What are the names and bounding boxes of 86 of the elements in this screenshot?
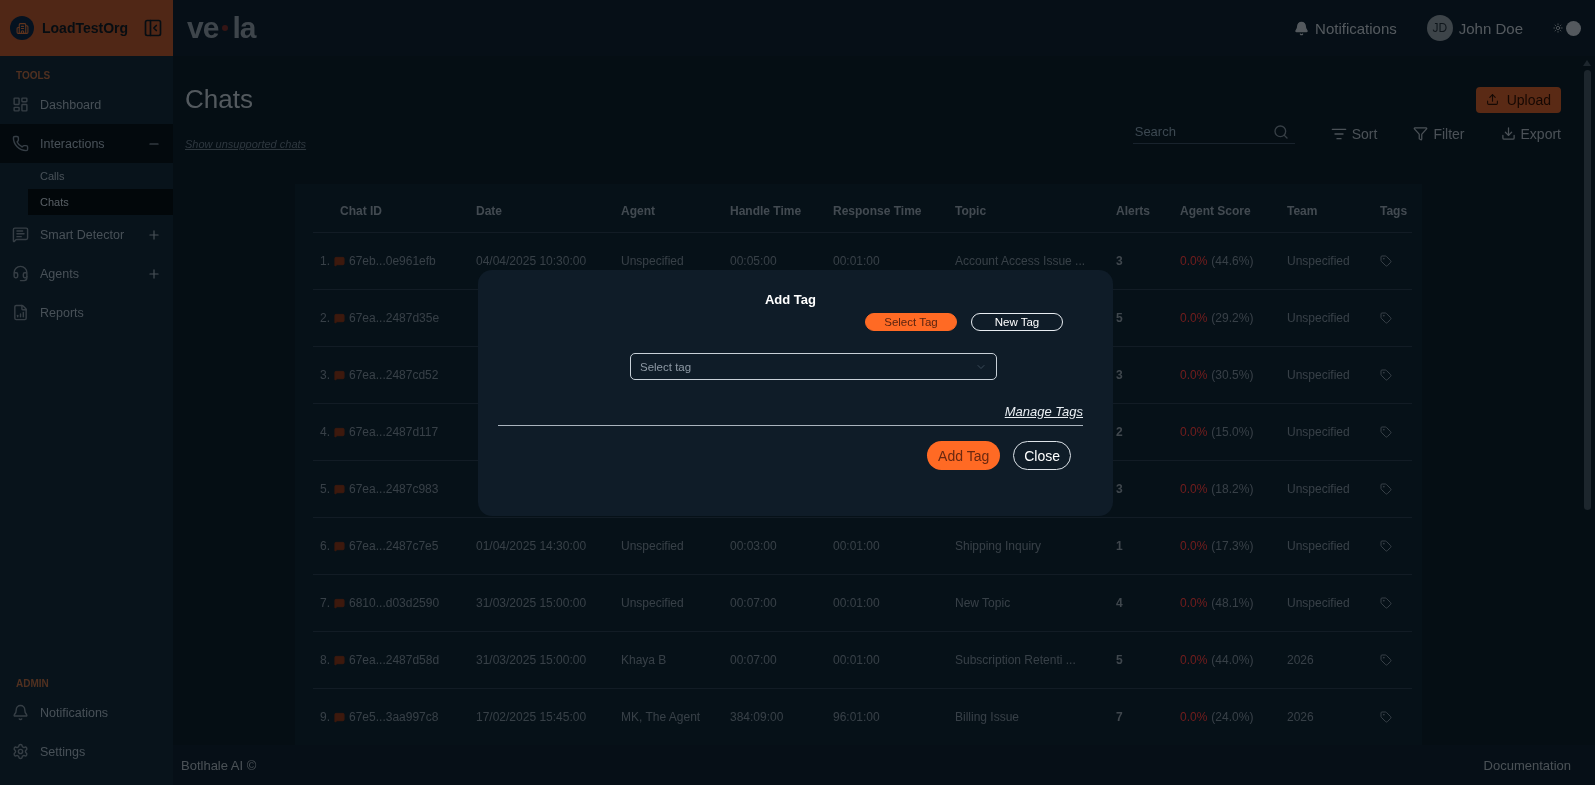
- sidebar-item[interactable]: Notifications: [0, 693, 173, 732]
- mode-toggle[interactable]: Select Tag: [865, 313, 957, 331]
- column-header: Topic: [955, 204, 988, 218]
- tag-icon[interactable]: [1380, 654, 1392, 666]
- alerts-count: 4: [1116, 596, 1124, 610]
- tag-icon[interactable]: [1380, 369, 1392, 381]
- column-header: Handle Time: [730, 204, 803, 218]
- tag-icon[interactable]: [1380, 426, 1392, 438]
- column-header: Agent: [621, 204, 656, 218]
- chat-icon: [334, 369, 345, 381]
- download-icon: [1500, 126, 1516, 141]
- chat-icon: [334, 654, 345, 666]
- column-header: Alerts: [1116, 204, 1151, 218]
- notifications-link[interactable]: Notifications: [1294, 19, 1397, 37]
- filter-icon: [1413, 126, 1429, 141]
- bell-icon: [1294, 20, 1310, 36]
- plus-icon[interactable]: [147, 266, 161, 281]
- alerts-count: 5: [1116, 653, 1124, 667]
- filter-button[interactable]: Filter: [1413, 125, 1465, 142]
- chat-icon: [334, 540, 345, 552]
- manage-tags-link[interactable]: Manage Tags: [1004, 404, 1083, 419]
- sidebar-subitem[interactable]: Calls: [28, 163, 173, 189]
- search-field[interactable]: Search: [1132, 123, 1273, 140]
- sidebar-item[interactable]: Reports: [0, 293, 173, 332]
- upload-icon: [1485, 93, 1499, 106]
- column-header: Team: [1287, 204, 1319, 218]
- sun-icon: [1553, 23, 1563, 33]
- column-header: Tags: [1380, 204, 1409, 218]
- bell-icon: [12, 704, 29, 721]
- chat-icon: [334, 597, 345, 609]
- tag-icon[interactable]: [1380, 597, 1392, 609]
- sidebar-item[interactable]: Settings: [0, 732, 173, 771]
- plus-icon[interactable]: [147, 227, 161, 242]
- alerts-count: 3: [1116, 254, 1124, 268]
- alerts-count: 3: [1116, 368, 1124, 382]
- section-title: TOOLS: [15, 69, 52, 83]
- column-header: Date: [476, 204, 503, 218]
- building-icon: [10, 16, 34, 40]
- alerts-count: 1: [1116, 539, 1124, 553]
- footer-brand: Botlhale AI ©: [181, 757, 257, 773]
- chat-icon: [334, 312, 345, 324]
- sidebar-item[interactable]: Dashboard: [0, 85, 173, 124]
- collapse-sidebar-icon[interactable]: [143, 18, 163, 38]
- scroll-up-icon[interactable]: [1583, 60, 1591, 66]
- headset-icon: [12, 265, 29, 282]
- tag-icon[interactable]: [1380, 540, 1392, 552]
- sidebar-subitem[interactable]: Chats: [28, 189, 173, 215]
- tag-icon[interactable]: [1380, 483, 1392, 495]
- chat-icon: [334, 711, 345, 723]
- theme-toggle[interactable]: [1553, 20, 1581, 36]
- sidebar-item[interactable]: Smart Detector: [0, 215, 173, 254]
- alerts-count: 3: [1116, 482, 1124, 496]
- report-icon: [12, 304, 29, 321]
- alerts-count: 7: [1116, 710, 1124, 724]
- org-name: LoadTestOrg: [42, 20, 130, 36]
- chat-icon: [12, 226, 29, 243]
- search-icon: [1272, 123, 1289, 140]
- settings-icon: [12, 743, 29, 760]
- section-title: ADMIN: [15, 677, 50, 691]
- phone-icon: [12, 135, 29, 152]
- tag-icon[interactable]: [1380, 312, 1392, 324]
- tag-icon[interactable]: [1380, 711, 1392, 723]
- logo: ve la: [187, 11, 258, 45]
- dialog-title: Add Tag: [764, 292, 817, 307]
- column-header: Chat ID: [339, 204, 383, 218]
- sort-button[interactable]: Sort: [1330, 125, 1378, 142]
- column-header: Agent Score: [1180, 204, 1252, 218]
- sidebar-item[interactable]: Agents: [0, 254, 173, 293]
- scrollbar-thumb[interactable]: [1583, 70, 1591, 510]
- documentation-link[interactable]: Documentation: [1483, 757, 1571, 773]
- alerts-count: 2: [1116, 425, 1124, 439]
- sidebar-item[interactable]: Interactions: [0, 124, 173, 163]
- user-name: John Doe: [1458, 19, 1523, 37]
- chat-icon: [334, 255, 345, 267]
- column-header: Response Time: [833, 204, 923, 218]
- toggle-knob: [1566, 20, 1581, 36]
- page-title: Chats: [185, 84, 253, 115]
- alerts-count: 5: [1116, 311, 1124, 325]
- upload-button[interactable]: Upload: [1475, 86, 1561, 113]
- dashboard-icon: [12, 96, 29, 113]
- chat-icon: [334, 483, 345, 495]
- tag-select[interactable]: Select tag: [630, 353, 997, 380]
- add-tag-button[interactable]: Add Tag: [927, 441, 1001, 470]
- tag-icon[interactable]: [1380, 255, 1392, 267]
- export-button[interactable]: Export: [1500, 125, 1561, 142]
- chat-icon: [334, 426, 345, 438]
